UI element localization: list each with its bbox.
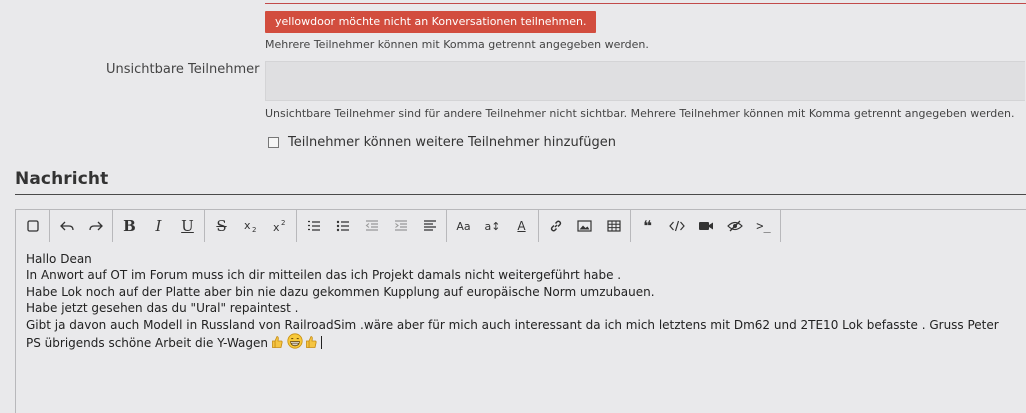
message-line: Gibt ja davon auch Modell in Russland vo…	[26, 317, 999, 332]
grinning-face-icon	[287, 333, 303, 349]
toolbar-group-script: S x2 x2	[205, 210, 297, 242]
message-section-title: Nachricht	[15, 169, 109, 189]
toolbar-group-font: Aa a↕ A	[447, 210, 539, 242]
thumbs-up-icon	[271, 336, 283, 348]
font-family-button[interactable]: Aa	[449, 211, 478, 242]
spoiler-icon	[726, 220, 743, 232]
spoiler-button[interactable]	[720, 211, 749, 242]
image-button[interactable]	[570, 211, 599, 242]
invite-option-row[interactable]: Teilnehmer können weitere Teilnehmer hin…	[268, 135, 616, 150]
svg-text:x: x	[244, 219, 251, 232]
bold-icon: B	[123, 217, 136, 235]
toolbar-group-insert	[539, 210, 631, 242]
quote-icon: ❝	[643, 217, 652, 235]
message-line: Habe jetzt gesehen das du "Ural" repaint…	[26, 301, 299, 316]
underline-button[interactable]: U	[173, 211, 202, 242]
font-color-icon: A	[517, 219, 526, 233]
strikethrough-icon: S	[216, 217, 227, 235]
indent-button[interactable]	[386, 211, 415, 242]
svg-text:x: x	[273, 221, 280, 233]
subscript-button[interactable]: x2	[236, 211, 265, 242]
recipients-hint: Mehrere Teilnehmer können mit Komma getr…	[265, 38, 649, 51]
invisible-recipients-hint: Unsichtbare Teilnehmer sind für andere T…	[265, 107, 1015, 120]
invite-option-checkbox[interactable]	[268, 137, 279, 148]
ordered-list-button[interactable]	[299, 211, 328, 242]
font-family-icon: Aa	[456, 219, 471, 233]
toolbar-group-blocks: ❝ >_	[631, 210, 781, 242]
font-color-button[interactable]: A	[507, 211, 536, 242]
font-size-icon: a↕	[484, 219, 501, 233]
toolbar-group-history	[50, 210, 113, 242]
subscript-icon: x2	[244, 219, 256, 233]
invisible-recipients-input[interactable]	[265, 61, 1025, 101]
thumbs-up-icon	[306, 336, 318, 348]
italic-button[interactable]: I	[144, 211, 173, 242]
code-button[interactable]	[662, 211, 691, 242]
recipient-error-message: yellowdoor möchte nicht an Konversatione…	[265, 11, 596, 33]
svg-text:2: 2	[252, 226, 256, 233]
redo-button[interactable]	[81, 211, 110, 242]
align-button[interactable]	[415, 211, 444, 242]
link-icon	[550, 220, 561, 232]
message-line: In Anwort auf OT im Forum muss ich dir m…	[26, 268, 622, 283]
svg-text:2: 2	[281, 219, 285, 227]
strikethrough-button[interactable]: S	[207, 211, 236, 242]
code-icon	[668, 220, 685, 232]
message-line-last: PS übrigends schöne Arbeit die Y-Wagen	[26, 333, 999, 351]
outdent-icon	[365, 220, 378, 231]
message-editor[interactable]: B I U S x2 x2 Aa a↕ A ❝ >_ Hallo Dean In…	[15, 209, 1026, 413]
redo-icon	[88, 221, 103, 231]
inline-code-button[interactable]: >_	[749, 211, 778, 242]
recipients-input[interactable]	[265, 0, 1026, 4]
ordered-list-icon	[307, 220, 320, 231]
media-button[interactable]	[691, 211, 720, 242]
toggle-bbcode-icon	[26, 220, 39, 232]
editor-toolbar: B I U S x2 x2 Aa a↕ A ❝ >_	[16, 210, 781, 242]
media-icon	[698, 222, 713, 230]
toolbar-group-mode	[16, 210, 50, 242]
underline-icon: U	[181, 217, 194, 235]
toolbar-group-paragraph	[297, 210, 447, 242]
italic-icon: I	[155, 217, 162, 235]
section-divider	[15, 194, 1026, 195]
bold-button[interactable]: B	[115, 211, 144, 242]
text-cursor	[321, 336, 323, 350]
undo-icon	[59, 221, 74, 231]
message-line: Habe Lok noch auf der Platte aber bin ni…	[26, 284, 655, 299]
unordered-list-icon	[336, 220, 349, 232]
toggle-bbcode-button[interactable]	[18, 211, 47, 242]
toolbar-group-format: B I U	[113, 210, 205, 242]
link-button[interactable]	[541, 211, 570, 242]
image-icon	[577, 220, 592, 232]
superscript-button[interactable]: x2	[265, 211, 294, 242]
outdent-button[interactable]	[357, 211, 386, 242]
undo-button[interactable]	[52, 211, 81, 242]
font-size-button[interactable]: a↕	[478, 211, 507, 242]
invite-option-label: Teilnehmer können weitere Teilnehmer hin…	[288, 135, 616, 150]
invisible-recipients-label: Unsichtbare Teilnehmer	[106, 62, 260, 77]
table-icon	[606, 220, 621, 232]
unordered-list-button[interactable]	[328, 211, 357, 242]
message-body[interactable]: Hallo Dean In Anwort auf OT im Forum mus…	[26, 251, 999, 351]
superscript-icon: x2	[273, 219, 285, 233]
align-icon	[423, 220, 436, 231]
indent-icon	[394, 220, 407, 231]
message-line: Hallo Dean	[26, 252, 92, 266]
message-line-text: PS übrigends schöne Arbeit die Y-Wagen	[26, 336, 268, 351]
quote-button[interactable]: ❝	[633, 211, 662, 242]
inline-code-icon: >_	[756, 219, 771, 233]
table-button[interactable]	[599, 211, 628, 242]
